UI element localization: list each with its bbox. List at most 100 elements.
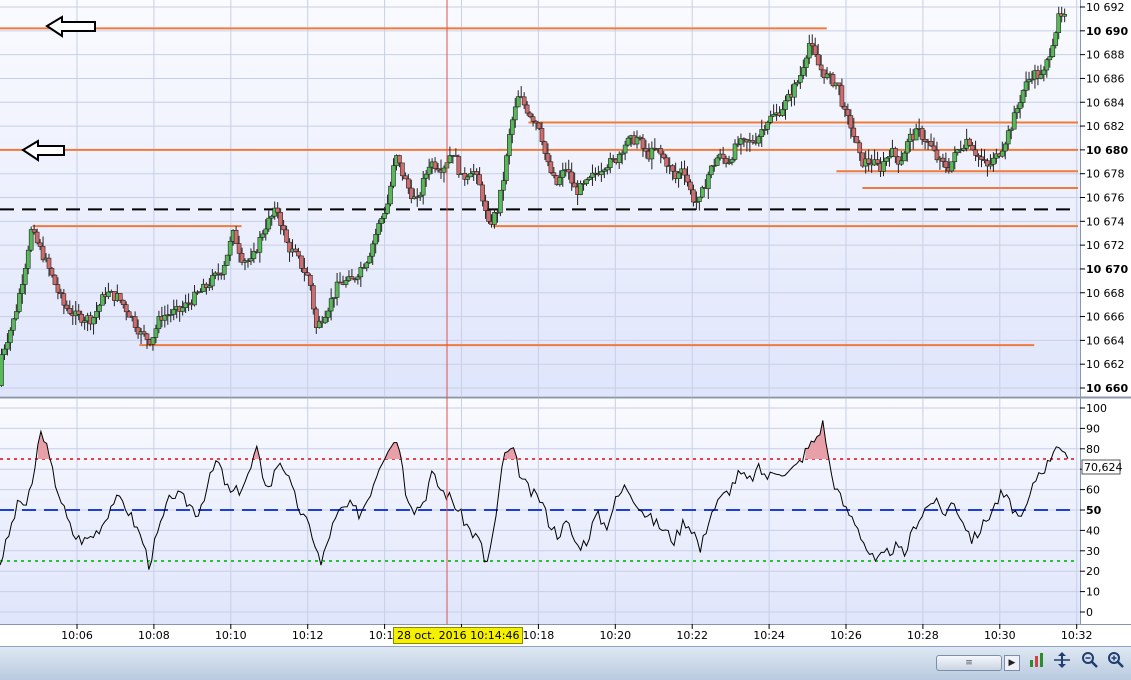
candle-bear (49, 268, 55, 276)
candle-bear (536, 122, 542, 129)
candle-bear (919, 127, 925, 140)
price-tick-label: 10 670 (1086, 263, 1128, 276)
candle-bull (382, 213, 387, 219)
candle-bull (94, 311, 99, 318)
candle-bull (557, 177, 563, 185)
candle-bull (266, 217, 272, 230)
rsi-tick-label: 80 (1086, 443, 1100, 456)
candle-bear (349, 276, 355, 280)
candle-bear (688, 181, 693, 191)
candle-bull (150, 337, 156, 345)
candle-bull (370, 243, 376, 257)
candle-bull (952, 152, 958, 163)
candle-bull (605, 167, 610, 171)
candle-bull (423, 173, 429, 179)
zoom-out-icon[interactable] (1080, 651, 1100, 671)
candle-bear (521, 96, 527, 106)
candle-bear (281, 225, 286, 231)
chart-icon[interactable] (1027, 651, 1047, 671)
candle-bear (940, 157, 946, 162)
candle-bull (1056, 13, 1062, 33)
candle-bear (483, 200, 488, 211)
candle-bear (818, 64, 824, 71)
candle-bear (566, 169, 572, 173)
horizontal-scrollbar[interactable]: ≡ (936, 655, 1002, 671)
rsi-tick-label: 100 (1086, 402, 1107, 415)
candle-bear (848, 115, 854, 129)
candle-bull (210, 275, 215, 287)
candle-bull (756, 136, 762, 144)
candle-bear (893, 148, 898, 158)
candle-bull (465, 176, 471, 180)
candle-bull (25, 249, 31, 269)
candle-bear (970, 145, 975, 151)
candle-bull (803, 57, 809, 68)
candle-bear (664, 157, 670, 167)
candle-bear (55, 284, 61, 293)
candle-bull (649, 147, 655, 160)
price-tick-label: 10 680 (1086, 144, 1128, 157)
candle-bear (661, 153, 667, 159)
candle-bull (999, 150, 1005, 157)
candle-bear (836, 82, 842, 86)
candle-bull (171, 309, 177, 315)
candle-bull (325, 310, 331, 318)
candle-bull (468, 173, 474, 178)
time-tick-label: 10:26 (830, 629, 862, 642)
candle-bull (14, 311, 19, 320)
candle-bull (1047, 56, 1053, 61)
candle-bull (388, 185, 393, 205)
candle-bear (34, 231, 40, 244)
candle-bull (732, 143, 738, 160)
play-button[interactable]: ▶ (1004, 655, 1020, 671)
candle-bull (625, 137, 631, 146)
rsi-tick-label: 90 (1086, 422, 1100, 435)
candle-bull (1041, 69, 1047, 75)
time-tick-label: 10:20 (599, 629, 631, 642)
zoom-in-icon[interactable] (1106, 651, 1126, 671)
autoscale-icon[interactable] (1052, 651, 1072, 671)
candle-bear (854, 136, 860, 144)
trading-chart[interactable]: 10 660 10 662 10 664 10 666 10 668 10 670 10 6… (0, 0, 1131, 646)
candle-bull (358, 267, 364, 278)
candle-bear (851, 127, 857, 137)
candle-bull (227, 241, 233, 256)
candle-bear (141, 331, 147, 335)
candle-bull (19, 284, 25, 294)
time-tick-label: 10:18 (523, 629, 555, 642)
candle-bull (501, 180, 506, 191)
candle-bull (599, 171, 604, 176)
candle-bear (52, 274, 58, 285)
candle-bear (967, 138, 972, 146)
price-tick-label: 10 678 (1086, 168, 1125, 181)
candle-bull (1017, 102, 1023, 109)
candle-bear (236, 243, 242, 254)
candle-bull (578, 183, 583, 195)
candle-bull (991, 157, 996, 165)
time-tick-label: 10:10 (215, 629, 247, 642)
candle-bear (866, 158, 871, 164)
candle-bull (343, 280, 349, 285)
rsi-tick-label: 60 (1086, 484, 1100, 497)
candle-bear (144, 333, 150, 340)
candle-bull (192, 291, 197, 306)
candle-bear (299, 255, 304, 269)
candle-bear (548, 161, 554, 173)
rsi-tick-label: 0 (1086, 606, 1093, 619)
candle-bull (91, 317, 96, 325)
price-tick-label: 10 686 (1086, 72, 1125, 85)
candle-bull (509, 119, 515, 135)
rsi-tick-label: 10 (1086, 586, 1100, 599)
candle-bull (355, 276, 361, 280)
candle-bull (22, 268, 28, 285)
candle-bull (783, 100, 788, 110)
candle-bull (676, 172, 681, 179)
candle-bear (670, 165, 675, 172)
candle-bull (447, 155, 453, 163)
price-tick-label: 10 660 (1086, 382, 1128, 395)
candle-bear (477, 174, 482, 186)
candle-bull (901, 152, 907, 162)
candle-bull (714, 157, 720, 166)
candle-bull (1011, 112, 1017, 130)
price-tick-label: 10 684 (1086, 96, 1125, 109)
